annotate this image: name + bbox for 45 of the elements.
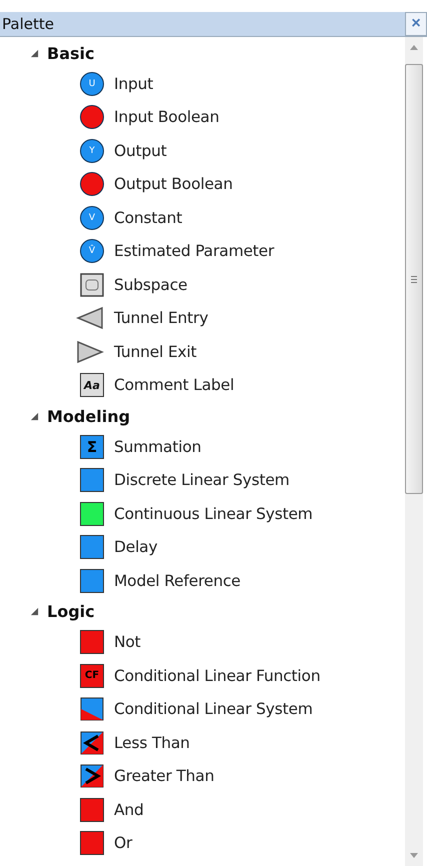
palette-item[interactable]: Input bbox=[114, 74, 154, 93]
palette-item[interactable]: Less Than bbox=[114, 734, 190, 752]
close-button[interactable]: × bbox=[405, 12, 427, 36]
text-label-icon: Aa bbox=[80, 373, 104, 398]
category-label[interactable]: Basic bbox=[47, 44, 94, 62]
triangle-icon bbox=[76, 306, 104, 330]
expander-icon[interactable] bbox=[30, 412, 39, 420]
grip-icon bbox=[411, 276, 417, 282]
circle-icon: V bbox=[80, 206, 104, 230]
palette-item[interactable]: Not bbox=[114, 633, 141, 652]
palette-item[interactable]: Delay bbox=[114, 538, 158, 556]
circle-icon: V̂ bbox=[80, 239, 104, 264]
category-label[interactable]: Modeling bbox=[47, 406, 130, 426]
palette-item[interactable]: Conditional Linear Function bbox=[114, 666, 320, 685]
palette-item[interactable]: Conditional Linear System bbox=[114, 700, 313, 718]
palette-item[interactable]: Model Reference bbox=[114, 572, 241, 590]
palette-item[interactable]: Output bbox=[114, 142, 167, 160]
palette-item[interactable]: Greater Than bbox=[114, 767, 214, 786]
palette-item[interactable]: Output Boolean bbox=[114, 175, 233, 194]
scroll-down-icon[interactable] bbox=[410, 853, 418, 858]
palette-item[interactable]: Subspace bbox=[114, 276, 188, 294]
expander-icon[interactable] bbox=[30, 48, 39, 58]
scroll-up-icon[interactable] bbox=[410, 45, 418, 50]
palette-item[interactable]: Or bbox=[114, 834, 132, 852]
frame-icon bbox=[80, 272, 104, 297]
palette-item[interactable]: Summation bbox=[114, 438, 202, 456]
triangle-icon bbox=[76, 340, 104, 364]
category-label[interactable]: Logic bbox=[47, 602, 95, 621]
palette-item[interactable]: And bbox=[114, 800, 144, 819]
circle-icon: Y bbox=[80, 138, 104, 163]
block-icon: CF bbox=[80, 664, 104, 688]
block-icon: Σ bbox=[80, 434, 104, 459]
palette-item[interactable]: Comment Label bbox=[114, 376, 234, 394]
palette-item[interactable]: Tunnel Entry bbox=[114, 309, 208, 328]
palette-item[interactable]: Continuous Linear System bbox=[114, 504, 313, 523]
circle-icon: U bbox=[80, 72, 104, 96]
palette-item[interactable]: Estimated Parameter bbox=[114, 242, 274, 260]
panel-title: Palette bbox=[1, 15, 54, 33]
scrollbar-thumb[interactable] bbox=[405, 64, 423, 494]
palette-item[interactable]: Constant bbox=[114, 208, 182, 227]
expander-icon[interactable] bbox=[30, 607, 39, 616]
palette-item[interactable]: Discrete Linear System bbox=[114, 471, 290, 490]
palette-item[interactable]: Input Boolean bbox=[114, 108, 220, 126]
scrollbar[interactable] bbox=[405, 37, 423, 866]
palette-item[interactable]: Tunnel Exit bbox=[114, 342, 197, 361]
